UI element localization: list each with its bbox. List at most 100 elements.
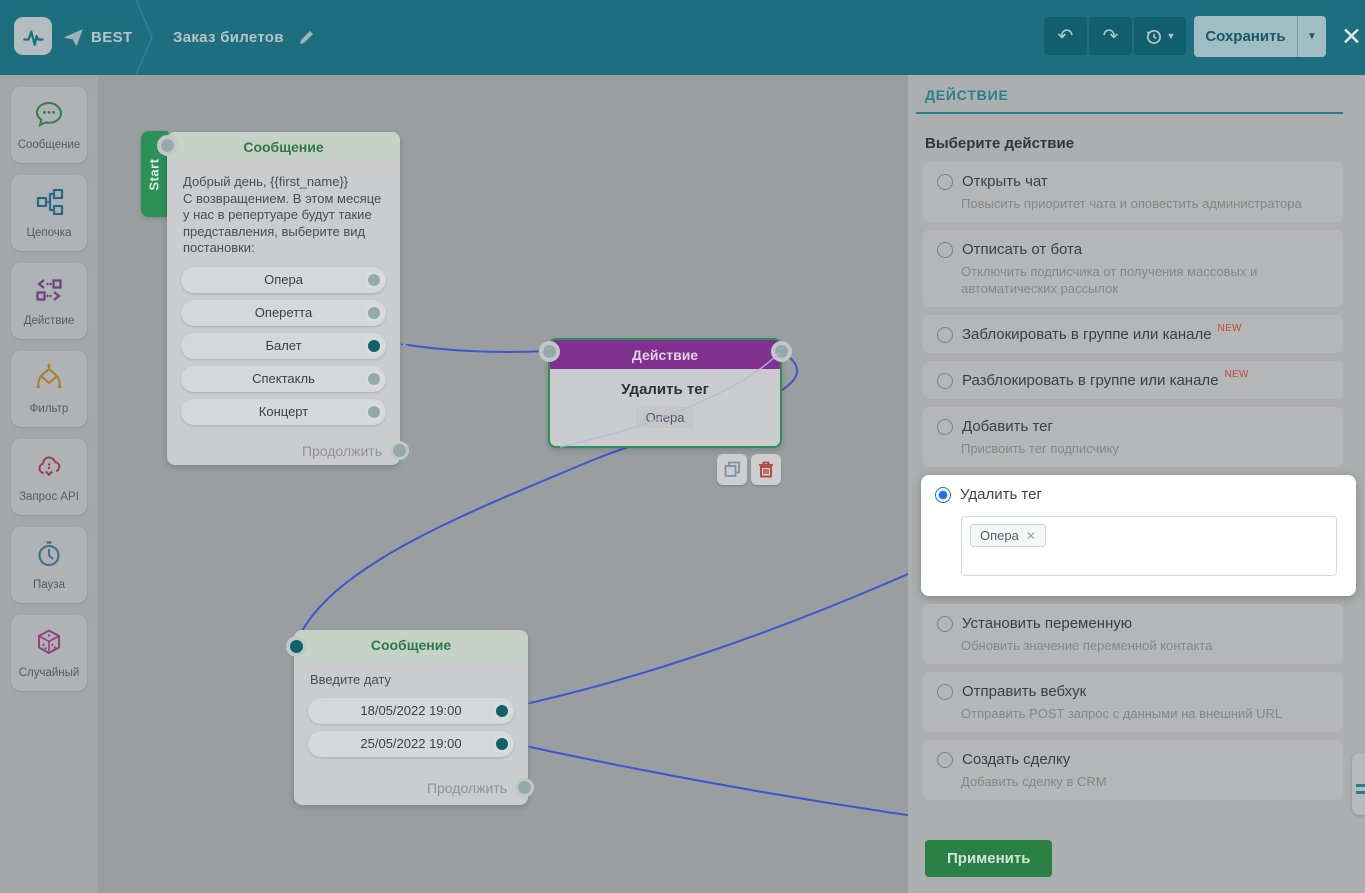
node-button-port[interactable] [365, 370, 383, 388]
top-header: BEST Заказ билетов ↶ ↷ ▼ [0, 0, 1365, 75]
node-button-port[interactable] [365, 337, 383, 355]
sidebar-item-pause-clock[interactable]: Пауза [11, 527, 87, 603]
pulse-logo-icon [19, 22, 47, 50]
action-option[interactable]: Разблокировать в группе или каналеNEW [923, 361, 1343, 399]
option-label: Открыть чат [962, 173, 1048, 190]
node-button-port[interactable] [493, 735, 511, 753]
breadcrumb-chevron [128, 0, 158, 75]
radio-unselected-icon[interactable] [937, 684, 953, 700]
message-node-1[interactable]: Сообщение Добрый день, {{first_name}}С в… [167, 132, 400, 465]
action-option[interactable]: Создать сделкуДобавить сделку в CRM [923, 740, 1343, 800]
action-icon [34, 275, 64, 310]
node-button-port[interactable] [493, 702, 511, 720]
sidebar-item-api-request[interactable]: Запрос API [11, 439, 87, 515]
copy-icon [724, 461, 741, 478]
history-button[interactable]: ▼ [1134, 17, 1186, 55]
pencil-icon [298, 29, 315, 46]
app-logo[interactable] [14, 17, 52, 55]
action-option[interactable]: Отписать от ботаОтключить подписчика от … [923, 230, 1343, 307]
radio-unselected-icon[interactable] [937, 616, 953, 632]
radio-unselected-icon[interactable] [937, 373, 953, 389]
tag-chip-label: Опера [980, 528, 1019, 543]
sidebar-item-label: Случайный [19, 667, 80, 679]
duplicate-node-button[interactable] [717, 454, 747, 485]
sidebar-item-message-bubble[interactable]: Сообщение [11, 87, 87, 163]
save-label: Сохранить [1194, 28, 1297, 45]
node-button-port[interactable] [365, 271, 383, 289]
remove-tag-icon[interactable]: ✕ [1026, 529, 1036, 543]
continue-port[interactable] [390, 441, 409, 460]
action-node-output-port[interactable] [771, 341, 792, 362]
edit-title-button[interactable] [298, 29, 315, 46]
sidebar-item-flow-chain[interactable]: Цепочка [11, 175, 87, 251]
action-option-selected[interactable]: Удалить тегОпера✕ [921, 475, 1356, 596]
filter-icon [34, 363, 64, 398]
option-description: Присвоить тег подписчику [961, 440, 1329, 457]
node-button[interactable]: Балет [181, 333, 386, 359]
node-button[interactable]: Оперетта [181, 300, 386, 326]
node-button[interactable]: Концерт [181, 399, 386, 425]
radio-unselected-icon[interactable] [937, 327, 953, 343]
trash-icon [758, 461, 774, 478]
node-button[interactable]: Опера [181, 267, 386, 293]
redo-icon: ↷ [1103, 25, 1119, 48]
node-button-port[interactable] [365, 304, 383, 322]
radio-unselected-icon[interactable] [937, 174, 953, 190]
node-button-label: Опера [264, 272, 303, 287]
message-node-1-input-port[interactable] [157, 135, 178, 156]
save-button[interactable]: Сохранить ▼ [1194, 16, 1326, 57]
action-option[interactable]: Открыть чатПовысить приоритет чата и опо… [923, 162, 1343, 222]
option-label: Установить переменную [962, 615, 1132, 632]
start-label: Start [147, 158, 162, 190]
node-button[interactable]: Спектакль [181, 366, 386, 392]
node-palette-sidebar: Сообщение Цепочка Действие Фильтр Запрос… [0, 75, 98, 893]
option-label: Разблокировать в группе или канале [962, 372, 1219, 389]
sidebar-item-action[interactable]: Действие [11, 263, 87, 339]
action-node-header: Действие [550, 340, 780, 369]
save-dropdown-button[interactable]: ▼ [1297, 16, 1326, 57]
close-icon[interactable]: ✕ [1341, 22, 1362, 52]
sidebar-item-random-dice[interactable]: Случайный [11, 615, 87, 691]
radio-unselected-icon[interactable] [937, 752, 953, 768]
action-option[interactable]: Установить переменную Обновить значение п… [923, 604, 1343, 664]
bot-name[interactable]: BEST [91, 29, 133, 46]
undo-icon: ↶ [1058, 25, 1074, 48]
collapsed-side-widget[interactable] [1352, 753, 1365, 815]
option-label: Отправить вебхук [962, 683, 1086, 700]
node-button-port[interactable] [365, 403, 383, 421]
pause-clock-icon [34, 539, 64, 574]
action-settings-panel: ДЕЙСТВИЕ Выберите действие Открыть чатПо… [908, 75, 1365, 893]
panel-heading-rule [916, 112, 1343, 114]
tag-input[interactable]: Опера ✕ [961, 516, 1337, 576]
action-option[interactable]: Отправить вебхукОтправить POST запрос с … [923, 672, 1343, 732]
radio-unselected-icon[interactable] [937, 419, 953, 435]
undo-button[interactable]: ↶ [1044, 17, 1087, 55]
delete-node-button[interactable] [751, 454, 781, 485]
node-button[interactable]: 18/05/2022 19:00 [308, 698, 514, 724]
sidebar-item-filter[interactable]: Фильтр [11, 351, 87, 427]
node-button-label: Спектакль [252, 371, 315, 386]
action-node[interactable]: Действие Удалить тег Опера [548, 338, 782, 448]
apply-button[interactable]: Применить [925, 840, 1052, 877]
radio-selected-icon[interactable] [935, 487, 951, 503]
continue-port[interactable] [515, 778, 534, 797]
message-node-2[interactable]: Сообщение Введите дату 18/05/2022 19:00 … [294, 630, 528, 805]
sidebar-item-label: Действие [24, 315, 75, 327]
action-option[interactable]: Добавить тег Присвоить тег подписчику [923, 407, 1343, 467]
history-caret-icon: ▼ [1167, 31, 1176, 41]
redo-button[interactable]: ↷ [1089, 17, 1132, 55]
action-node-input-port[interactable] [539, 341, 560, 362]
message-node-2-input-port[interactable] [286, 636, 307, 657]
message-text: Введите дату [310, 672, 512, 689]
option-description: Обновить значение переменной контакта [961, 637, 1329, 654]
option-label: Добавить тег [962, 418, 1053, 435]
action-option[interactable]: Заблокировать в группе или каналеNEW [923, 315, 1343, 353]
sidebar-item-label: Пауза [33, 579, 65, 591]
panel-subtitle: Выберите действие [925, 135, 1343, 152]
action-node-tag: Опера [636, 407, 695, 428]
node-button[interactable]: 25/05/2022 19:00 [308, 731, 514, 757]
api-request-icon [34, 451, 64, 486]
node-type-label: Действие [632, 347, 698, 363]
option-label: Заблокировать в группе или канале [962, 326, 1212, 343]
radio-unselected-icon[interactable] [937, 242, 953, 258]
